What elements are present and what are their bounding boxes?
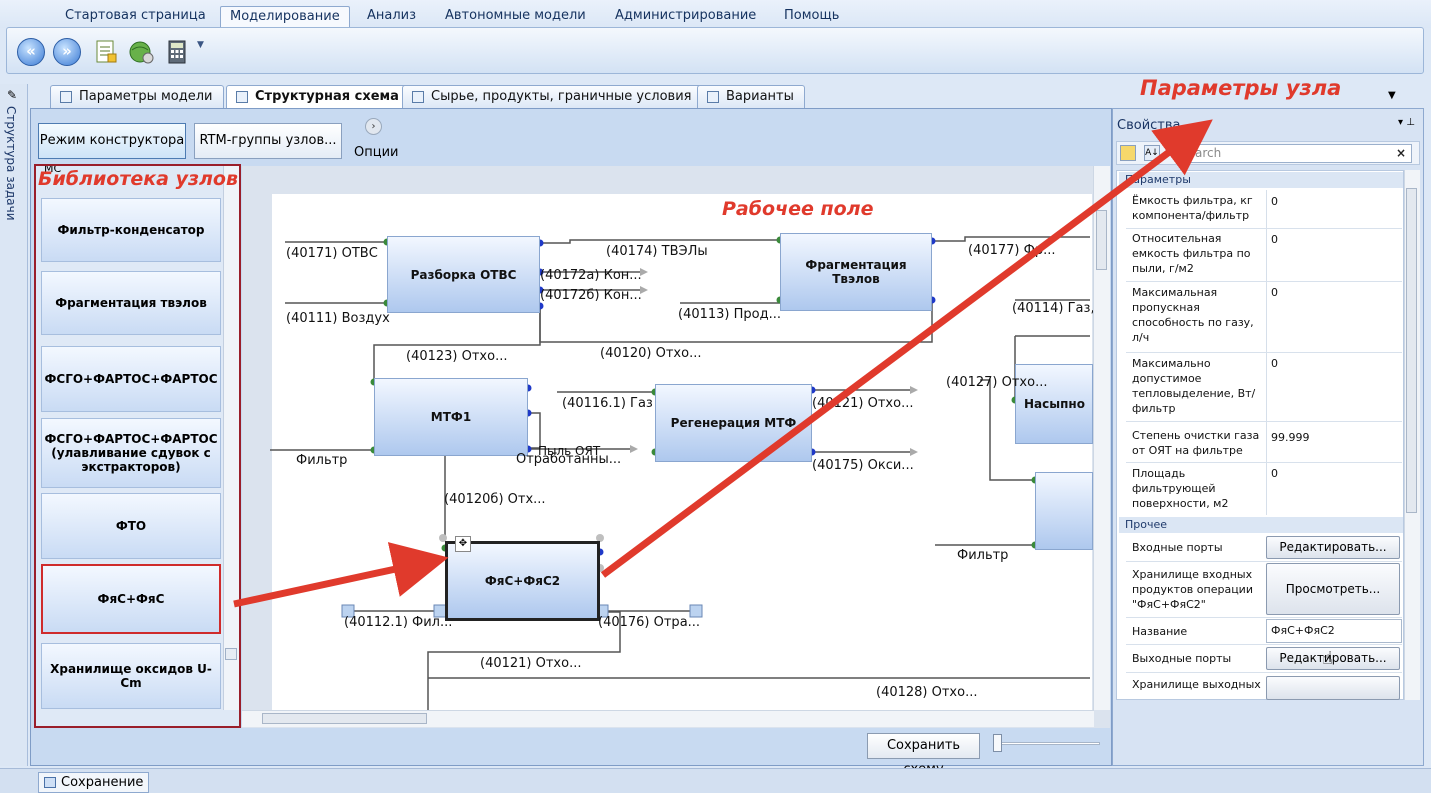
saving-tab[interactable]: Сохранение <box>38 772 150 793</box>
annotation-arrows <box>233 119 1213 608</box>
window-icon <box>44 777 56 788</box>
workspace-annotation: Рабочее поле <box>722 198 874 220</box>
pointer-cursor-icon: ☝ <box>1322 648 1333 669</box>
status-bar <box>0 768 1431 793</box>
node-params-annotation: Параметры узла <box>1140 76 1342 100</box>
library-annotation: Библиотека узлов <box>38 168 238 190</box>
